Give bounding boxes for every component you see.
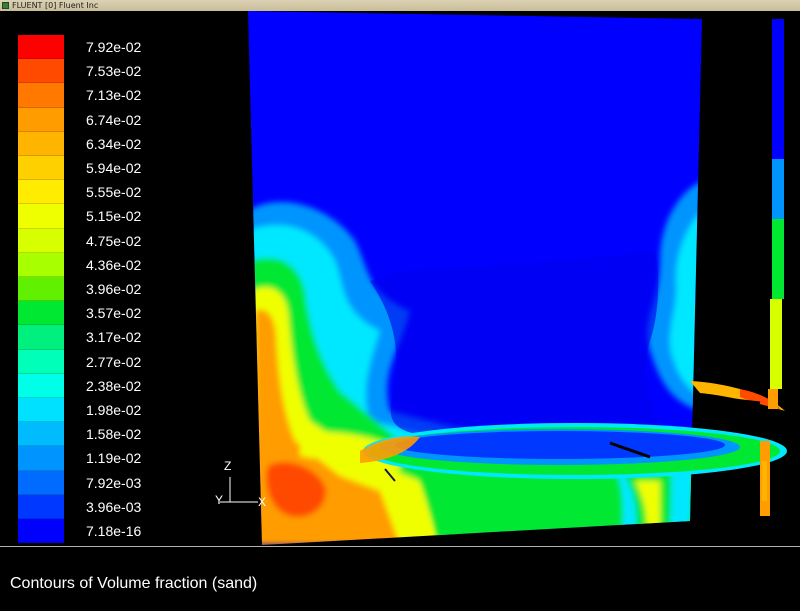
legend-value-label: 5.55e-02 xyxy=(86,184,142,201)
legend-swatch xyxy=(18,349,64,374)
legend-swatch xyxy=(18,470,64,495)
legend-value-label: 7.13e-02 xyxy=(86,87,142,104)
graphics-viewport[interactable]: 7.92e-02 7.53e-02 7.13e-02 6.74e-02 6.34e-02… xyxy=(0,11,800,545)
legend-swatch xyxy=(18,422,64,447)
window-title: FLUENT [0] Fluent Inc xyxy=(12,1,99,10)
legend-swatch xyxy=(18,325,64,350)
legend-value-label: 7.53e-02 xyxy=(86,63,142,80)
legend-value-label: 3.57e-02 xyxy=(86,305,142,322)
axes-triad: Z Y X xyxy=(208,459,278,519)
legend-value-label: 7.18e-16 xyxy=(86,523,142,539)
legend-value-label: 1.98e-02 xyxy=(86,402,142,418)
legend-swatch xyxy=(18,107,64,132)
legend-value-label: 2.38e-02 xyxy=(86,377,142,394)
legend-value-label: 3.96e-02 xyxy=(86,281,142,297)
legend-swatch xyxy=(18,156,64,181)
fluent-app-icon xyxy=(2,2,9,9)
legend-swatch xyxy=(18,228,64,253)
legend-value-label: 3.96e-03 xyxy=(86,498,142,515)
legend-swatch xyxy=(18,35,64,60)
legend-value-label: 7.92e-03 xyxy=(86,474,142,491)
legend-value-label: 4.36e-02 xyxy=(86,256,142,273)
legend-value-label: 6.34e-02 xyxy=(86,135,142,152)
legend-value-label: 6.74e-02 xyxy=(86,111,142,128)
legend-swatch xyxy=(18,398,64,423)
legend-swatch xyxy=(18,204,64,229)
legend-swatch xyxy=(18,373,64,398)
low-fraction-zone xyxy=(370,251,660,436)
legend-swatch xyxy=(18,494,64,519)
legend-swatch xyxy=(18,180,64,205)
legend-swatch xyxy=(18,83,64,108)
legend-swatch xyxy=(18,59,64,84)
legend-swatch xyxy=(18,252,64,277)
axis-z-label: Z xyxy=(224,459,232,473)
window-title-bar[interactable]: FLUENT [0] Fluent Inc xyxy=(0,0,800,11)
axis-x-label: X xyxy=(258,495,267,509)
legend-value-label: 5.15e-02 xyxy=(86,208,142,225)
axis-y-label: Y xyxy=(215,493,224,507)
plot-caption: Contours of Volume fraction (sand) xyxy=(10,575,258,592)
legend-swatch xyxy=(18,131,64,156)
caption-separator xyxy=(0,546,800,547)
legend-swatch xyxy=(18,277,64,302)
legend-value-label: 1.19e-02 xyxy=(86,450,142,467)
legend-value-label: 2.77e-02 xyxy=(86,353,142,370)
legend-value-label: 5.94e-02 xyxy=(86,160,142,176)
legend-value-label: 3.17e-02 xyxy=(86,329,142,346)
legend-value-label: 7.92e-02 xyxy=(86,39,142,55)
legend-swatch xyxy=(18,301,64,326)
legend-swatch xyxy=(18,519,64,544)
legend-value-label: 4.75e-02 xyxy=(86,232,142,249)
axes-triad-lines xyxy=(220,477,258,503)
legend-swatch xyxy=(18,446,64,471)
legend-value-label: 1.58e-02 xyxy=(86,426,142,443)
